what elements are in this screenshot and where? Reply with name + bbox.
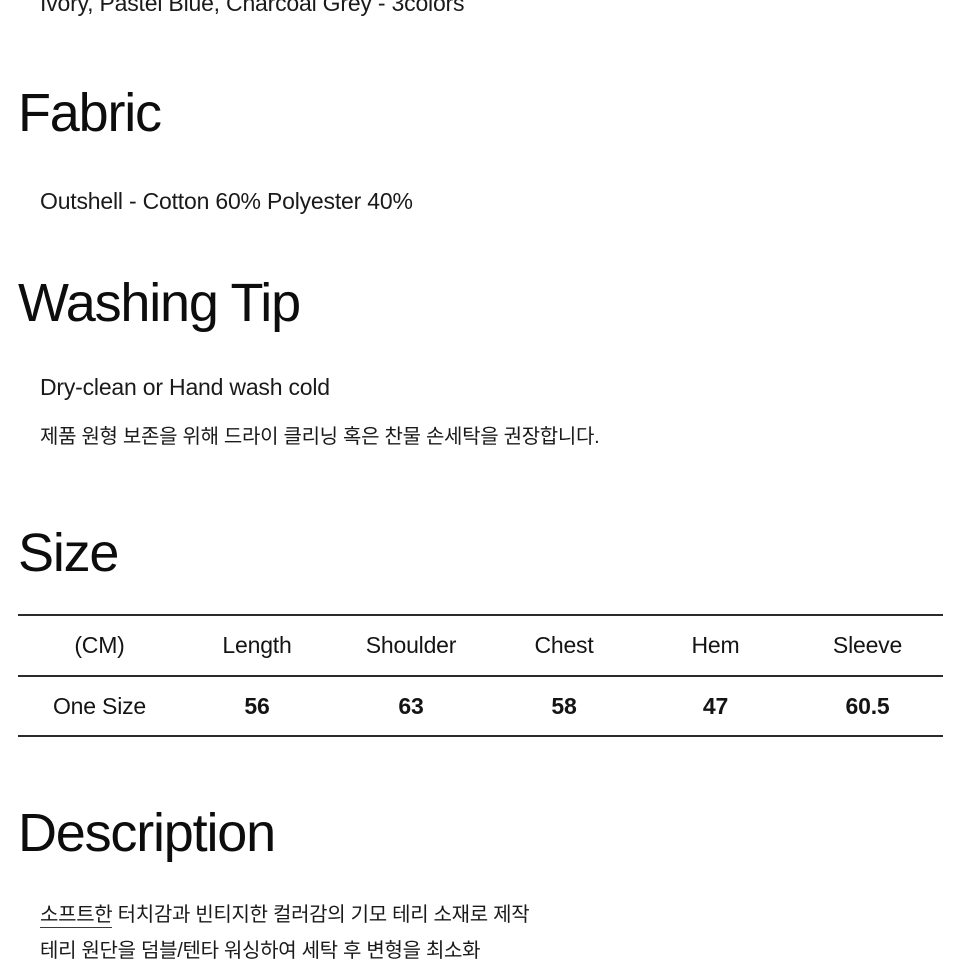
column-header-unit: (CM) [18, 614, 181, 677]
washing-tip-text-en: Dry-clean or Hand wash cold [40, 374, 330, 400]
product-detail-page: Ivory, Pastel Blue, Charcoal Grey - 3col… [0, 0, 960, 962]
column-header-hem: Hem [639, 614, 792, 677]
description-line-2: 테리 원단을 덤블/텐타 워싱하여 세탁 후 변형을 최소화 [40, 940, 481, 962]
fabric-heading: Fabric [18, 83, 162, 143]
washing-tip-heading: Washing Tip [18, 273, 301, 333]
table-header-row: (CM) Length Shoulder Chest Hem Sleeve [18, 614, 943, 677]
column-header-shoulder: Shoulder [333, 614, 489, 677]
cell-hem: 47 [639, 676, 792, 737]
description-emphasis-text: 소프트한 [40, 904, 113, 928]
color-options-line: Ivory, Pastel Blue, Charcoal Grey - 3col… [40, 0, 465, 16]
cell-sleeve: 60.5 [792, 676, 943, 737]
size-table-body: One Size 56 63 58 47 60.5 [18, 676, 943, 737]
size-heading: Size [18, 523, 119, 583]
description-heading: Description [18, 803, 276, 863]
column-header-length: Length [181, 614, 333, 677]
size-table-container: (CM) Length Shoulder Chest Hem Sleeve On… [18, 614, 943, 737]
size-table: (CM) Length Shoulder Chest Hem Sleeve On… [18, 614, 943, 737]
cell-chest: 58 [489, 676, 639, 737]
column-header-chest: Chest [489, 614, 639, 677]
description-line-1: 소프트한 터치감과 빈티지한 컬러감의 기모 테리 소재로 제작 [40, 902, 530, 929]
fabric-composition-text: Outshell - Cotton 60% Polyester 40% [40, 188, 413, 214]
washing-tip-text-kr: 제품 원형 보존을 위해 드라이 클리닝 혹은 찬물 손세탁을 권장합니다. [40, 426, 600, 448]
table-row: One Size 56 63 58 47 60.5 [18, 676, 943, 737]
description-line-1-rest: 터치감과 빈티지한 컬러감의 기모 테리 소재로 제작 [112, 904, 530, 926]
size-table-header: (CM) Length Shoulder Chest Hem Sleeve [18, 614, 943, 677]
cell-shoulder: 63 [333, 676, 489, 737]
column-header-sleeve: Sleeve [792, 614, 943, 677]
cell-size-name: One Size [18, 676, 181, 737]
cell-length: 56 [181, 676, 333, 737]
